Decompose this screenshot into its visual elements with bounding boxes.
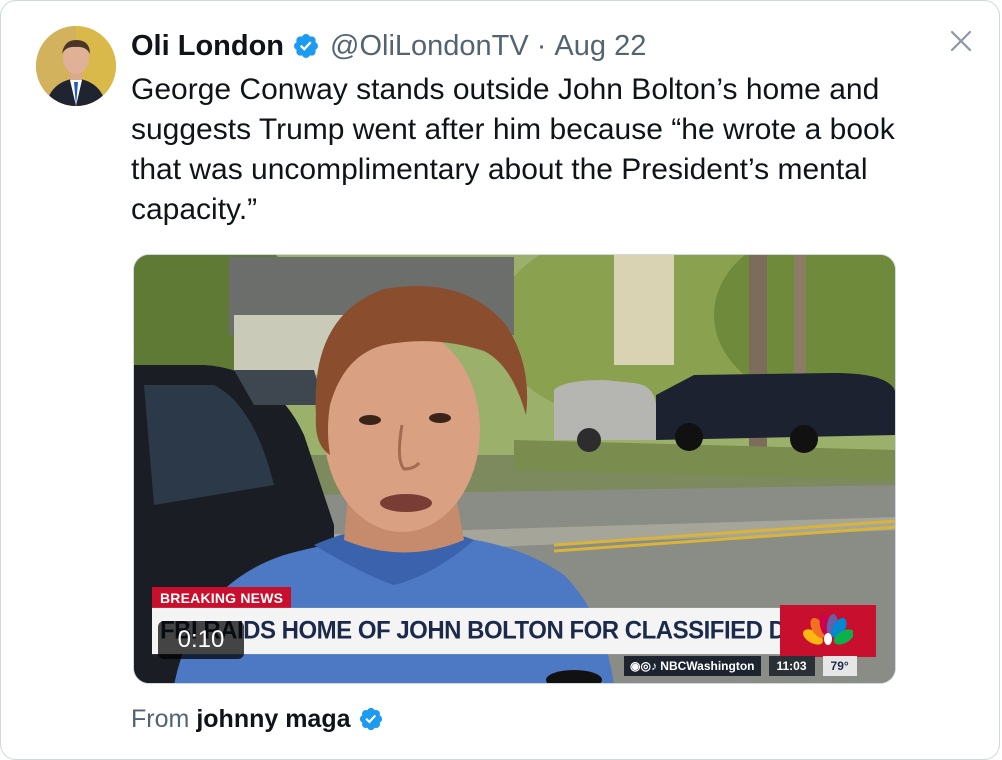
breaking-news-label: BREAKING NEWS (152, 587, 292, 609)
nbc-peacock-logo (780, 605, 876, 657)
close-icon[interactable] (946, 26, 976, 56)
social-icons: ◉◎♪ (630, 659, 661, 673)
broadcast-clock: 11:03 (768, 656, 815, 676)
news-headline: FBI RAIDS HOME OF JOHN BOLTON FOR CLASSI… (152, 607, 780, 655)
author-avatar[interactable] (36, 26, 116, 106)
author-handle[interactable]: @OliLondonTV (330, 30, 529, 63)
temperature: 79° (822, 656, 857, 676)
station-name: ◉◎♪ NBCWashington (624, 656, 761, 676)
verified-badge-icon (292, 32, 320, 60)
verified-badge-icon (358, 706, 384, 732)
video-timer: 0:10 (158, 621, 244, 659)
station-info-bar: ◉◎♪ NBCWashington 11:03 79° (624, 656, 857, 676)
from-label: From (131, 704, 190, 733)
source-attribution: From johnny maga (131, 700, 384, 738)
author-name[interactable]: Oli London (131, 30, 284, 63)
tweet-header: Oli London @OliLondonTV · Aug 22 (131, 24, 646, 68)
tweet-date[interactable]: Aug 22 (554, 30, 646, 63)
tweet-text: George Conway stands outside John Bolton… (131, 73, 895, 226)
separator-dot: · (536, 29, 547, 62)
video-player[interactable]: BREAKING NEWS FBI RAIDS HOME OF JOHN BOL… (133, 254, 896, 684)
source-name[interactable]: johnny maga (196, 705, 350, 734)
